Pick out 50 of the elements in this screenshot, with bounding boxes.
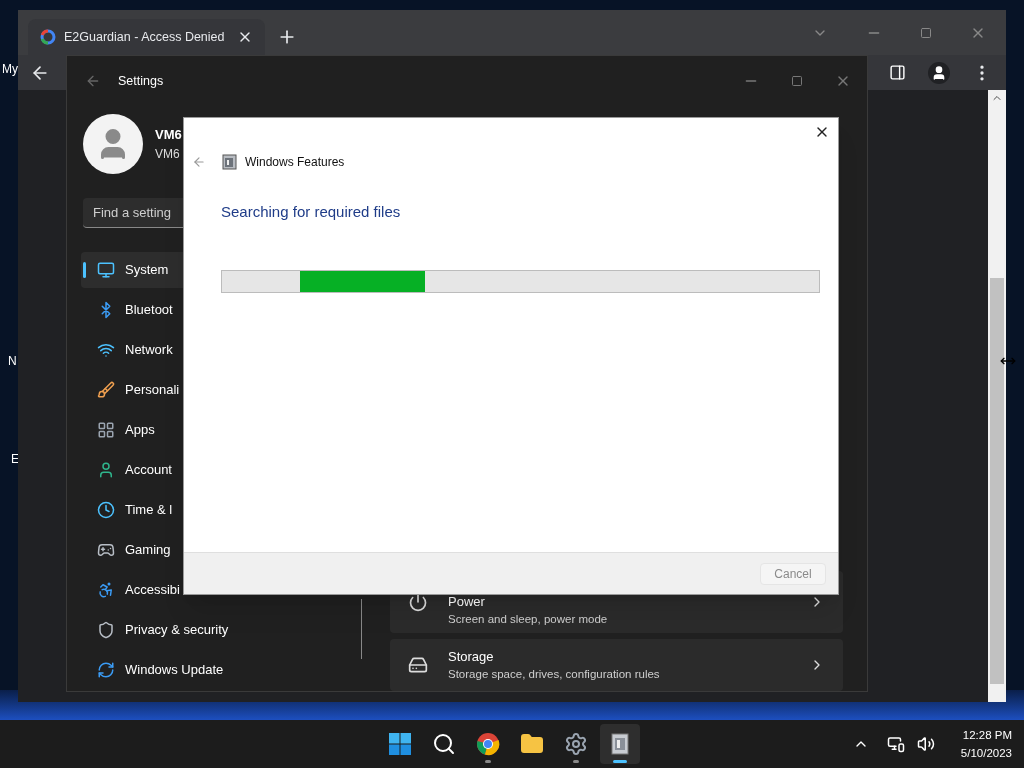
- apps-grid-icon: [97, 421, 115, 439]
- windows-logo-icon: [388, 732, 412, 756]
- card-subtitle: Screen and sleep, power mode: [448, 612, 609, 628]
- running-indicator: [485, 760, 491, 763]
- google-logo-icon: [40, 29, 56, 45]
- taskbar-app[interactable]: [600, 724, 640, 764]
- search-icon: [432, 732, 456, 756]
- browser-tab[interactable]: E2Guardian - Access Denied: [28, 19, 265, 55]
- clock[interactable]: 12:28 PM 5/10/2023: [960, 726, 1012, 762]
- card-subtitle: Storage space, drives, configuration rules: [448, 667, 661, 683]
- gear-icon: [564, 732, 588, 756]
- avatar: [83, 114, 143, 174]
- drive-icon: [408, 655, 428, 675]
- person-icon: [97, 461, 115, 479]
- scrollbar[interactable]: [988, 90, 1006, 702]
- brush-icon: [97, 381, 115, 399]
- folder-icon: [520, 732, 544, 756]
- features-icon: [609, 732, 631, 756]
- tab-title: E2Guardian - Access Denied: [64, 28, 226, 46]
- nav-item[interactable]: Windows Update: [81, 652, 343, 688]
- profile-icon[interactable]: [928, 61, 950, 84]
- gamepad-icon: [97, 541, 115, 559]
- accessibility-icon: [97, 581, 115, 599]
- running-indicator: [573, 760, 579, 763]
- desktop-icon-label[interactable]: My: [2, 60, 18, 78]
- dialog-title: Windows Features: [245, 154, 345, 171]
- shield-icon: [97, 621, 115, 639]
- wifi-icon: [97, 341, 115, 359]
- monitor-icon: [97, 261, 115, 279]
- features-icon: [222, 154, 237, 170]
- running-indicator: [613, 760, 627, 763]
- user-name: VM6: [155, 126, 182, 145]
- side-panel-icon[interactable]: [889, 64, 906, 81]
- settings-card[interactable]: Storage Storage space, drives, configuration rules: [390, 639, 843, 691]
- dialog-heading: Searching for required files: [221, 202, 402, 222]
- maximize-icon[interactable]: [920, 26, 932, 39]
- selection-indicator: [83, 262, 86, 278]
- user-account: VM6: [155, 145, 181, 163]
- network-icon[interactable]: [886, 735, 905, 753]
- window-title: Settings: [118, 72, 164, 90]
- refresh-icon: [97, 661, 115, 679]
- card-title: Power: [448, 592, 486, 611]
- desktop-icon-label[interactable]: N: [8, 352, 17, 370]
- nav-item[interactable]: Privacy & security: [81, 612, 343, 648]
- browser-logo-icon: [476, 732, 500, 756]
- maximize-icon[interactable]: [791, 75, 803, 87]
- card-title: Storage: [448, 647, 495, 666]
- volume-icon[interactable]: [916, 735, 935, 753]
- clock-icon: [97, 501, 115, 519]
- desktop-icon-label[interactable]: E: [11, 450, 19, 468]
